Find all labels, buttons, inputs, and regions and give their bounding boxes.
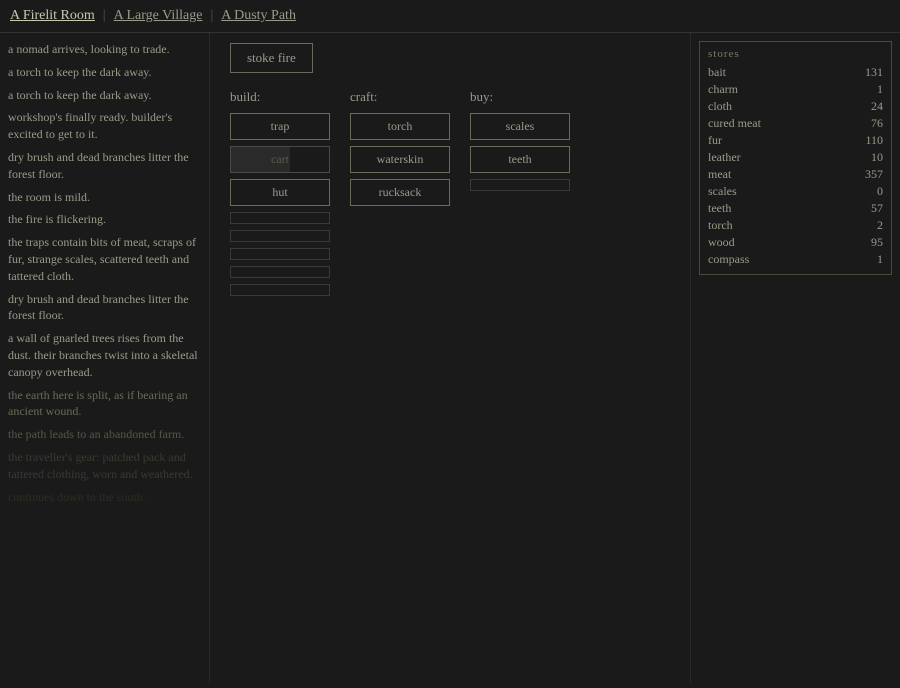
build-slot-5 bbox=[230, 230, 330, 242]
stoke-fire-button[interactable]: stoke fire bbox=[230, 43, 313, 73]
build-section: build: trap cart hut bbox=[230, 89, 330, 296]
main-layout: a nomad arrives, looking to trade. a tor… bbox=[0, 33, 900, 683]
list-item: the room is mild. bbox=[8, 189, 201, 206]
buy-section: buy: scales teeth bbox=[470, 89, 570, 191]
store-row-fur: fur 110 bbox=[708, 132, 883, 149]
list-item: the traveller's gear: patched pack and t… bbox=[8, 449, 201, 483]
stores-box: stores bait 131 charm 1 cloth 24 cured m… bbox=[699, 41, 892, 275]
waterskin-button[interactable]: waterskin bbox=[350, 146, 450, 173]
teeth-button[interactable]: teeth bbox=[470, 146, 570, 173]
craft-section: craft: torch waterskin rucksack bbox=[350, 89, 450, 206]
build-slot-4 bbox=[230, 212, 330, 224]
build-slot-6 bbox=[230, 248, 330, 260]
scales-button[interactable]: scales bbox=[470, 113, 570, 140]
store-row-leather: leather 10 bbox=[708, 149, 883, 166]
list-item: the path leads to an abandoned farm. bbox=[8, 426, 201, 443]
trap-button[interactable]: trap bbox=[230, 113, 330, 140]
store-row-scales: scales 0 bbox=[708, 183, 883, 200]
list-item: the fire is flickering. bbox=[8, 211, 201, 228]
stores-title: stores bbox=[708, 48, 883, 60]
build-slot-8 bbox=[230, 284, 330, 296]
center-panel: stoke fire build: trap cart hut craft: bbox=[210, 33, 690, 683]
tab-firelit-room[interactable]: A Firelit Room bbox=[10, 8, 95, 24]
tab-large-village[interactable]: A Large Village bbox=[114, 8, 203, 24]
buy-slot-3 bbox=[470, 179, 570, 191]
list-item: the earth here is split, as if bearing a… bbox=[8, 387, 201, 421]
list-item: continues down to the south. bbox=[8, 489, 201, 506]
build-label: build: bbox=[230, 89, 330, 105]
store-row-torch: torch 2 bbox=[708, 217, 883, 234]
store-row-compass: compass 1 bbox=[708, 251, 883, 268]
list-item: dry brush and dead branches litter the f… bbox=[8, 291, 201, 325]
log-panel: a nomad arrives, looking to trade. a tor… bbox=[0, 33, 210, 683]
rucksack-button[interactable]: rucksack bbox=[350, 179, 450, 206]
list-item: a wall of gnarled trees rises from the d… bbox=[8, 330, 201, 380]
build-slot-7 bbox=[230, 266, 330, 278]
torch-button[interactable]: torch bbox=[350, 113, 450, 140]
store-row-cloth: cloth 24 bbox=[708, 98, 883, 115]
nav-separator-1: | bbox=[103, 8, 106, 24]
store-row-cured-meat: cured meat 76 bbox=[708, 115, 883, 132]
list-item: dry brush and dead branches litter the f… bbox=[8, 149, 201, 183]
store-row-wood: wood 95 bbox=[708, 234, 883, 251]
nav-separator-2: | bbox=[210, 8, 213, 24]
buy-label: buy: bbox=[470, 89, 570, 105]
tab-dusty-path[interactable]: A Dusty Path bbox=[221, 8, 296, 24]
store-row-bait: bait 131 bbox=[708, 64, 883, 81]
cart-button[interactable]: cart bbox=[230, 146, 330, 173]
list-item: a torch to keep the dark away. bbox=[8, 87, 201, 104]
store-row-meat: meat 357 bbox=[708, 166, 883, 183]
list-item: a nomad arrives, looking to trade. bbox=[8, 41, 201, 58]
nav-bar: A Firelit Room | A Large Village | A Dus… bbox=[0, 0, 900, 33]
hut-button[interactable]: hut bbox=[230, 179, 330, 206]
store-row-charm: charm 1 bbox=[708, 81, 883, 98]
list-item: the traps contain bits of meat, scraps o… bbox=[8, 234, 201, 284]
craft-label: craft: bbox=[350, 89, 450, 105]
list-item: workshop's finally ready. builder's exci… bbox=[8, 109, 201, 143]
stores-panel: stores bait 131 charm 1 cloth 24 cured m… bbox=[690, 33, 900, 683]
store-row-teeth: teeth 57 bbox=[708, 200, 883, 217]
list-item: a torch to keep the dark away. bbox=[8, 64, 201, 81]
actions-row: build: trap cart hut craft: torch waters… bbox=[230, 89, 670, 296]
